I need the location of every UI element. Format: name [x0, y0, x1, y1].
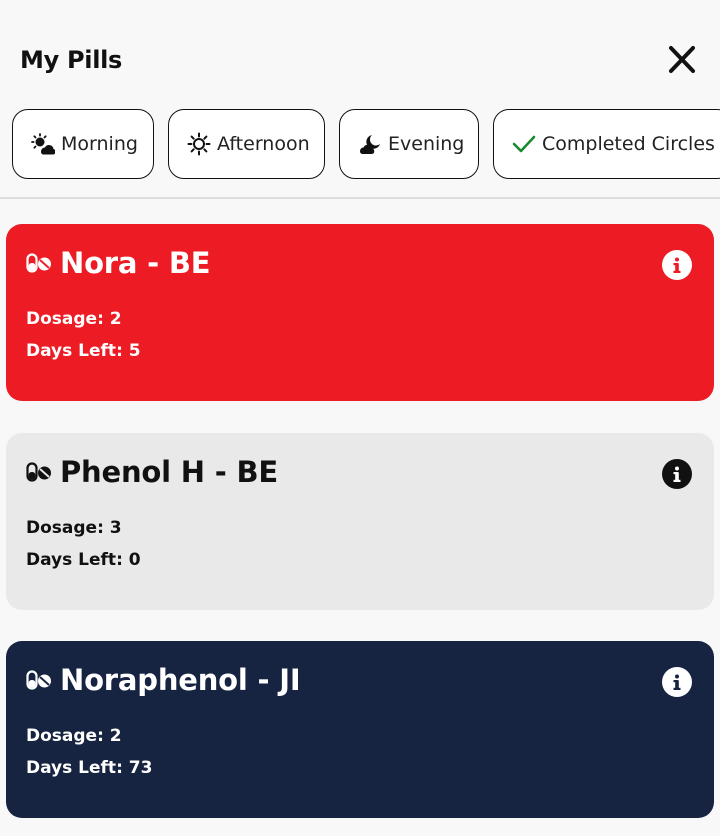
pill-name-row: Noraphenol - JI	[26, 663, 301, 697]
filter-tabs: Morning Afternoon Evening Completed Circ…	[12, 109, 720, 179]
info-icon	[673, 257, 681, 273]
pill-name: Noraphenol - JI	[60, 663, 301, 697]
filter-afternoon[interactable]: Afternoon	[168, 109, 325, 179]
close-icon	[669, 46, 695, 73]
sun-cloud-icon	[31, 133, 55, 155]
pill-name-row: Nora - BE	[26, 246, 211, 280]
days-left-text: Days Left: 5	[26, 341, 141, 361]
pills-icon	[26, 670, 52, 690]
moon-cloud-icon	[358, 133, 382, 155]
app-header: My Pills	[0, 0, 720, 110]
info-button[interactable]	[662, 250, 692, 280]
days-left-text: Days Left: 73	[26, 758, 153, 778]
pill-card[interactable]: Noraphenol - JI Dosage: 2 Days Left: 73	[6, 641, 714, 818]
filter-morning-label: Morning	[61, 133, 138, 155]
info-icon	[673, 466, 681, 482]
dosage-text: Dosage: 2	[26, 726, 122, 746]
pill-name-row: Phenol H - BE	[26, 455, 278, 489]
filter-evening[interactable]: Evening	[339, 109, 479, 179]
days-left-text: Days Left: 0	[26, 550, 141, 570]
pills-icon	[26, 462, 52, 482]
sun-icon	[187, 132, 211, 156]
pill-card[interactable]: Phenol H - BE Dosage: 3 Days Left: 0	[6, 433, 714, 610]
info-icon	[673, 674, 681, 690]
info-button[interactable]	[662, 459, 692, 489]
check-icon	[512, 134, 536, 154]
pill-name: Nora - BE	[60, 246, 211, 280]
pill-card[interactable]: Nora - BE Dosage: 2 Days Left: 5	[6, 224, 714, 401]
dosage-text: Dosage: 2	[26, 309, 122, 329]
filter-evening-label: Evening	[388, 133, 465, 155]
filter-afternoon-label: Afternoon	[217, 133, 310, 155]
page-title: My Pills	[20, 46, 123, 74]
pills-icon	[26, 253, 52, 273]
pill-name: Phenol H - BE	[60, 455, 278, 489]
dosage-text: Dosage: 3	[26, 518, 122, 538]
filter-morning[interactable]: Morning	[12, 109, 154, 179]
info-button[interactable]	[662, 667, 692, 697]
divider	[0, 197, 720, 199]
filter-completed-label: Completed Circles	[542, 133, 715, 155]
close-button[interactable]	[664, 44, 700, 76]
filter-completed-circles[interactable]: Completed Circles	[493, 109, 720, 179]
